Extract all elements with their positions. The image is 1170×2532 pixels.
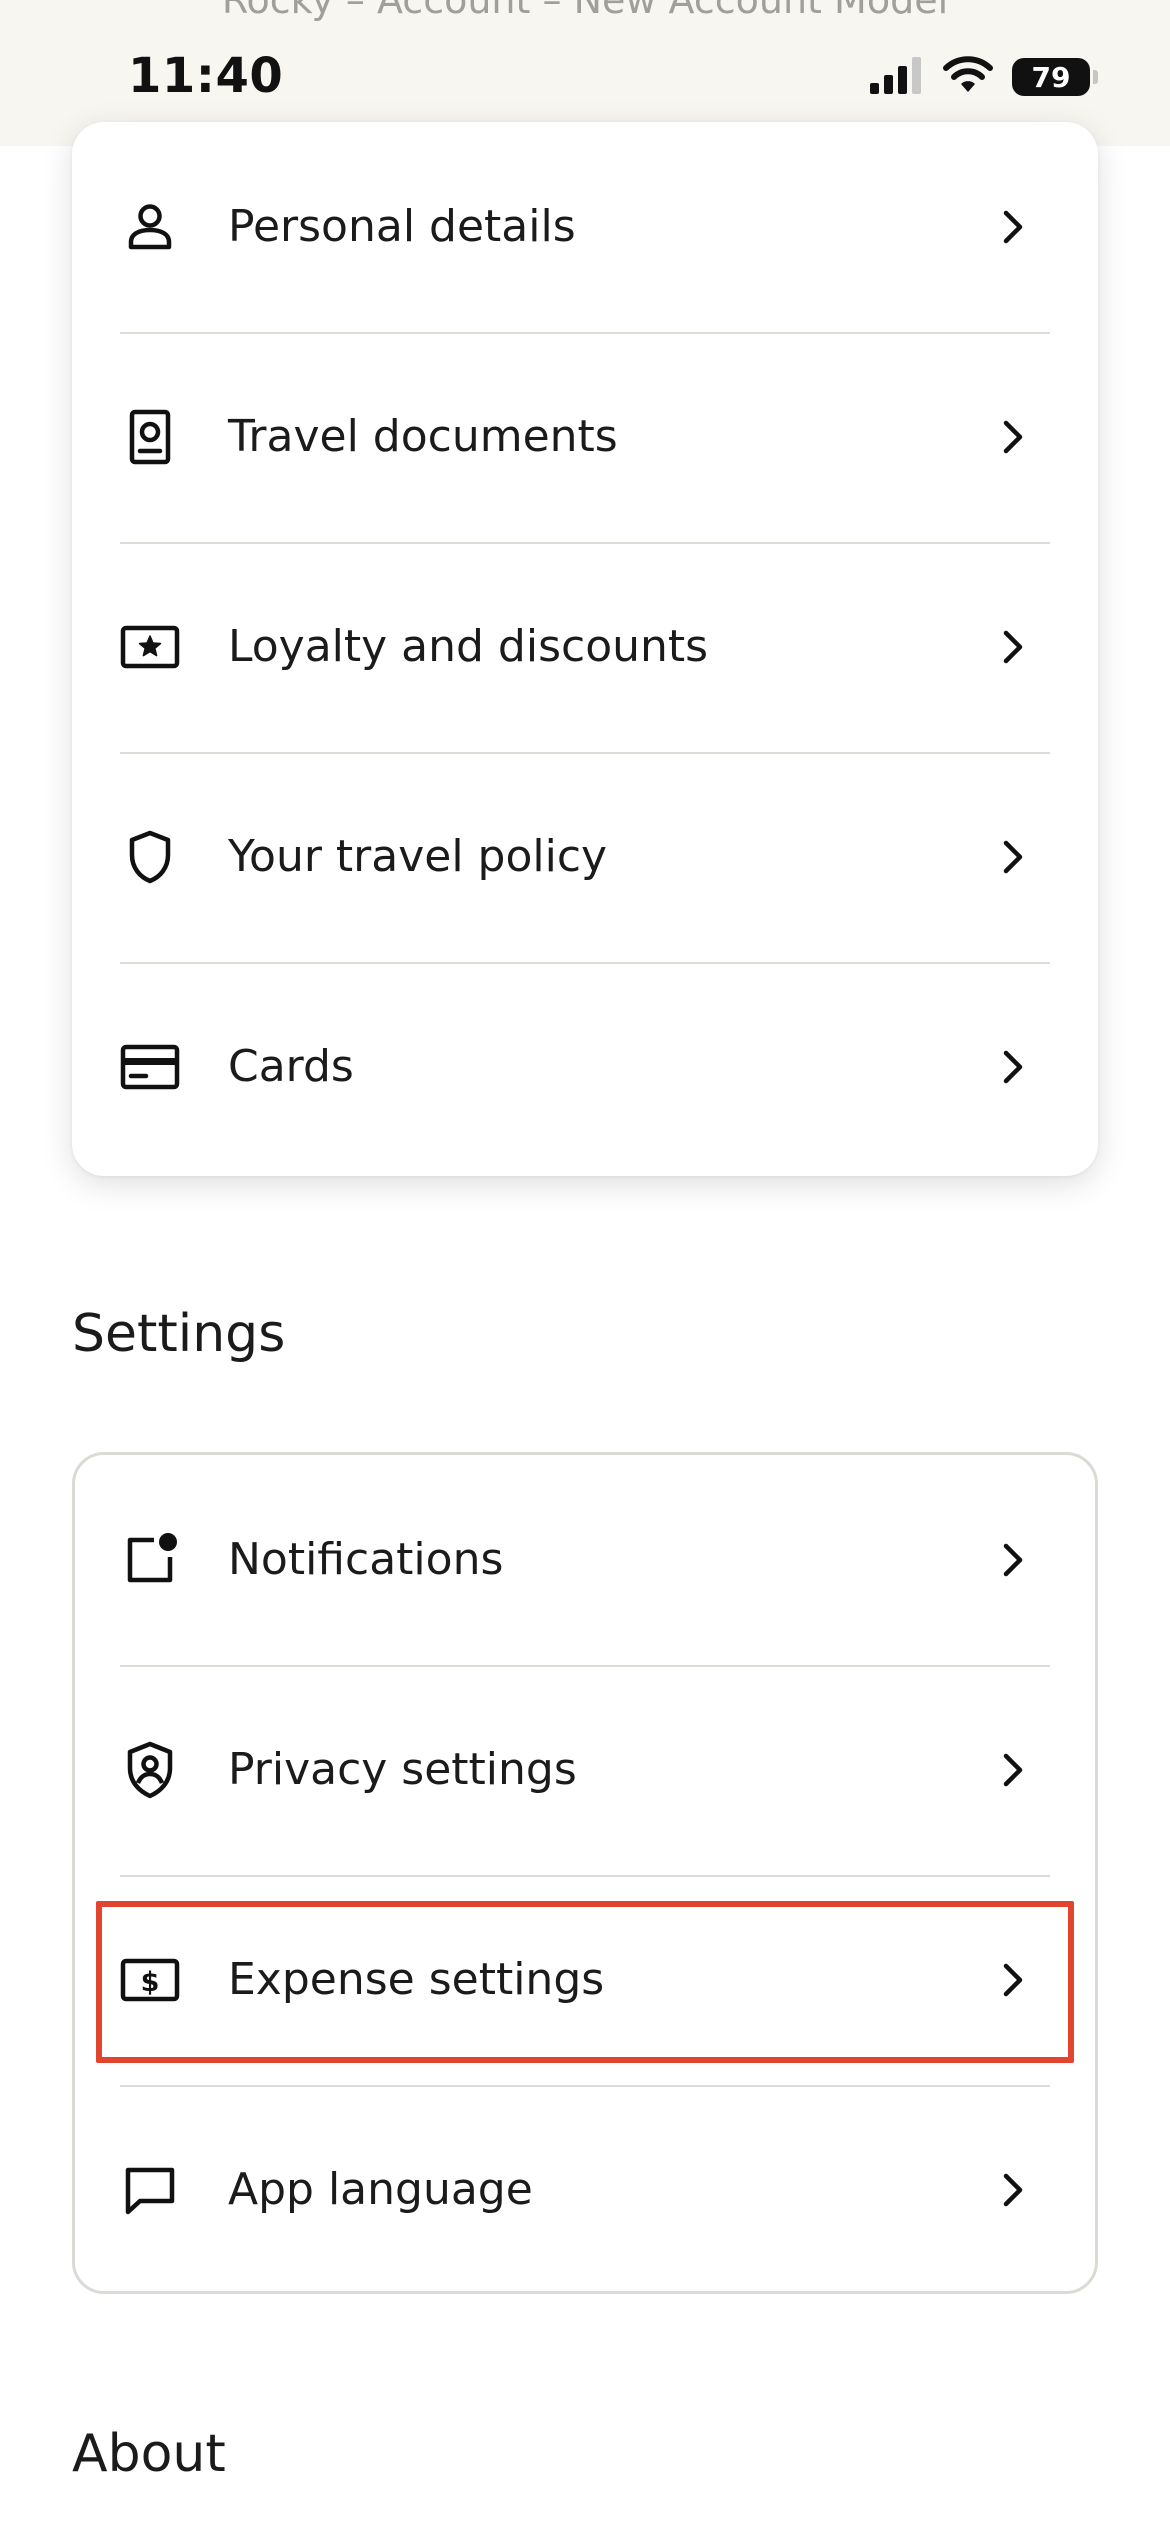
menu-item-label: Your travel policy bbox=[228, 831, 608, 882]
svg-text:$: $ bbox=[141, 1967, 160, 1998]
wifi-icon bbox=[942, 55, 994, 99]
chevron-right-icon bbox=[988, 203, 1036, 251]
menu-item-privacy-settings[interactable]: Privacy settings bbox=[75, 1665, 1095, 1875]
about-section-title: About bbox=[72, 2424, 226, 2484]
dollar-bill-icon: $ bbox=[120, 1950, 180, 2010]
battery-icon: 79 bbox=[1012, 58, 1098, 96]
menu-item-cards[interactable]: Cards bbox=[72, 962, 1098, 1172]
menu-item-label: Loyalty and discounts bbox=[228, 621, 709, 672]
menu-item-label: Travel documents bbox=[228, 411, 618, 462]
star-ticket-icon bbox=[120, 617, 180, 677]
chevron-right-icon bbox=[988, 833, 1036, 881]
cellular-signal-icon bbox=[868, 55, 924, 99]
menu-item-travel-documents[interactable]: Travel documents bbox=[72, 332, 1098, 542]
status-time: 11:40 bbox=[128, 48, 284, 104]
menu-item-notifications[interactable]: Notifications bbox=[75, 1455, 1095, 1665]
menu-item-app-language[interactable]: App language bbox=[75, 2085, 1095, 2295]
chevron-right-icon bbox=[988, 623, 1036, 671]
passport-icon bbox=[120, 407, 180, 467]
chevron-right-icon bbox=[988, 1956, 1036, 2004]
menu-item-label: Cards bbox=[228, 1041, 354, 1092]
breadcrumb: Rocky – Account – New Account Model bbox=[221, 0, 949, 22]
settings-menu-card: Notifications Privacy settings $ Expense… bbox=[72, 1452, 1098, 2294]
settings-section-title: Settings bbox=[72, 1304, 286, 1364]
menu-item-loyalty-and-discounts[interactable]: Loyalty and discounts bbox=[72, 542, 1098, 752]
menu-item-personal-details[interactable]: Personal details bbox=[72, 122, 1098, 332]
status-icons: 79 bbox=[868, 55, 1098, 99]
menu-item-label: Notifications bbox=[228, 1534, 504, 1585]
chevron-right-icon bbox=[988, 1536, 1036, 1584]
menu-item-label: Personal details bbox=[228, 201, 576, 252]
chevron-right-icon bbox=[988, 1746, 1036, 1794]
credit-card-icon bbox=[120, 1037, 180, 1097]
privacy-shield-icon bbox=[120, 1740, 180, 1800]
notification-icon bbox=[120, 1530, 180, 1590]
menu-item-label: App language bbox=[228, 2164, 533, 2215]
menu-item-expense-settings[interactable]: $ Expense settings bbox=[75, 1875, 1095, 2085]
profile-menu-card: Personal details Travel documents Loyalt… bbox=[72, 122, 1098, 1176]
menu-item-label: Expense settings bbox=[228, 1954, 605, 2005]
chevron-right-icon bbox=[988, 2166, 1036, 2214]
menu-item-travel-policy[interactable]: Your travel policy bbox=[72, 752, 1098, 962]
chevron-right-icon bbox=[988, 413, 1036, 461]
shield-icon bbox=[120, 827, 180, 887]
chat-bubble-icon bbox=[120, 2160, 180, 2220]
chevron-right-icon bbox=[988, 1043, 1036, 1091]
menu-item-label: Privacy settings bbox=[228, 1744, 577, 1795]
person-icon bbox=[120, 197, 180, 257]
